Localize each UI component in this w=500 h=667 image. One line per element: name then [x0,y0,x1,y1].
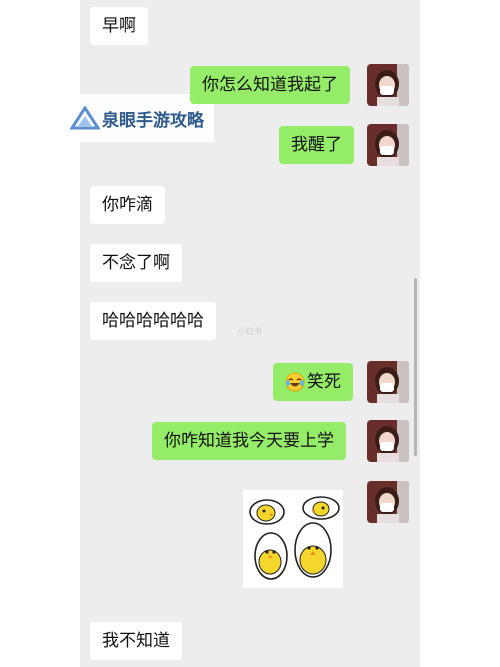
message-bubble-incoming[interactable]: 早啊 [90,7,148,45]
avatar-image [367,64,409,106]
message-text: 笑死 [307,372,341,392]
laughing-crying-emoji-icon [285,372,305,392]
avatar-image [367,124,409,166]
avatar-image [367,361,409,403]
chicks-sticker[interactable] [243,490,343,588]
chicks-sticker-image [249,496,340,580]
message-bubble-incoming[interactable]: 你咋滴 [90,186,165,224]
message-bubble-outgoing[interactable]: 我醒了 [279,126,354,164]
watermark-text: 泉眼手游攻略 [102,110,204,131]
message-bubble-outgoing[interactable]: 笑死 [273,363,353,401]
avatar[interactable] [367,64,409,106]
avatar-image [367,481,409,523]
avatar[interactable] [367,481,409,523]
message-bubble-incoming[interactable]: 不念了啊 [90,244,182,282]
watermark-small-logo: 小红书 [238,327,262,336]
message-bubble-outgoing[interactable]: 你怎么知道我起了 [190,66,350,104]
watermark-logo-icon [70,106,100,130]
scrollbar[interactable] [414,278,417,456]
message-bubble-incoming[interactable]: 我不知道 [90,622,182,660]
avatar[interactable] [367,420,409,462]
avatar[interactable] [367,361,409,403]
avatar[interactable] [367,124,409,166]
message-bubble-incoming[interactable]: 哈哈哈哈哈哈 [90,302,216,340]
avatar-image [367,420,409,462]
message-bubble-outgoing[interactable]: 你咋知道我今天要上学 [152,422,346,460]
